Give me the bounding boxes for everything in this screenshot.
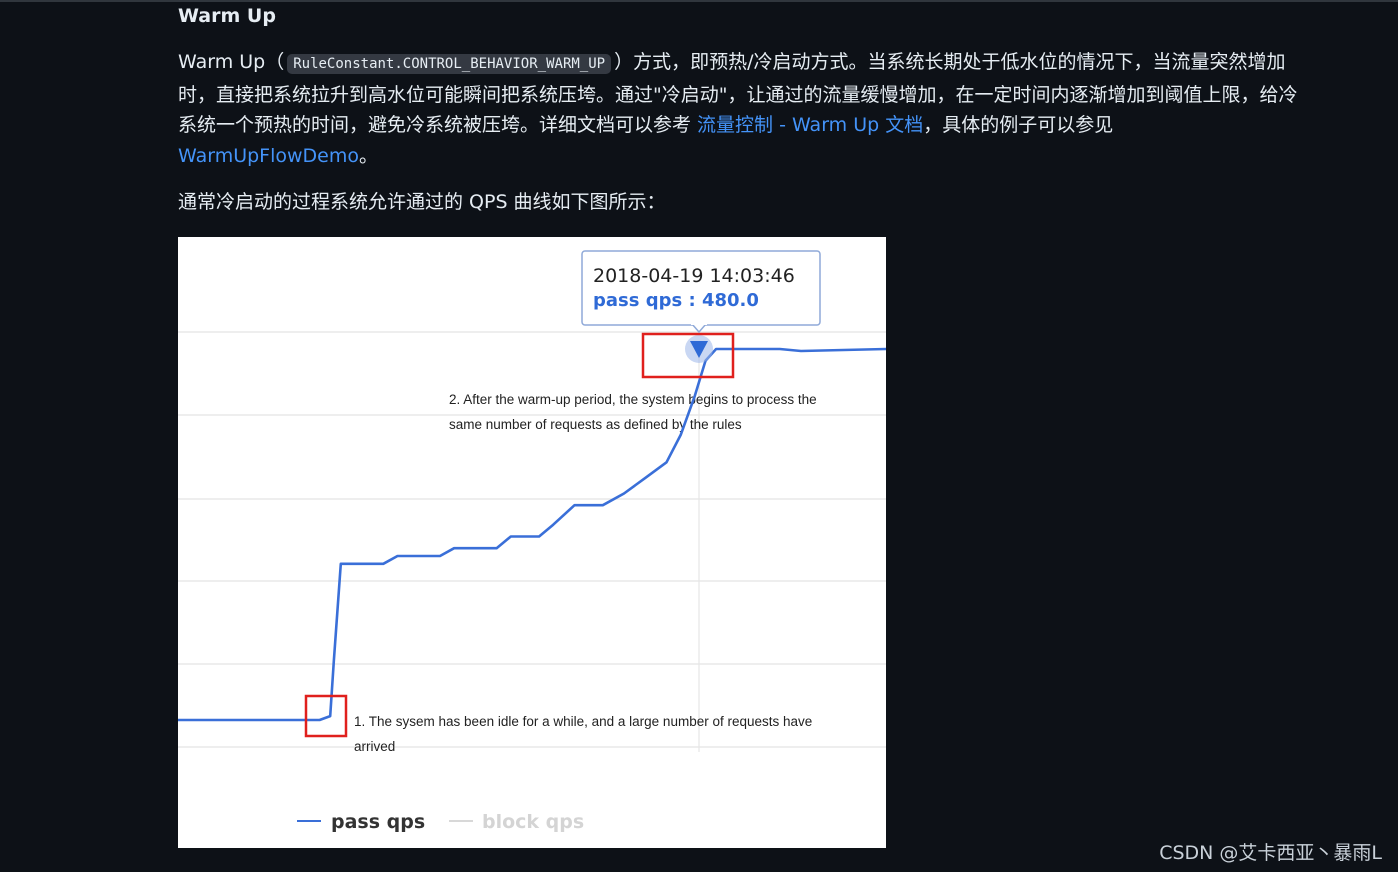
top-divider [0, 0, 1398, 2]
annotation-2-line-1: 2. After the warm-up period, the system … [449, 392, 817, 407]
legend: pass qps block qps [297, 811, 584, 833]
figure-intro: 通常冷启动的过程系统允许通过的 QPS 曲线如下图所示： [178, 191, 666, 213]
tooltip-time: 2018-04-19 14:03:46 [593, 265, 795, 287]
legend-pass-label[interactable]: pass qps [331, 811, 425, 833]
annotation-2-line-2: same number of requests as defined by th… [449, 417, 742, 432]
inline-code: RuleConstant.CONTROL_BEHAVIOR_WARM_UP [287, 54, 612, 74]
highlight-box-start [304, 694, 348, 738]
tooltip-pointer-mask [691, 322, 707, 325]
link-warmup-flow-demo[interactable]: WarmUpFlowDemo [178, 145, 359, 167]
legend-block-label[interactable]: block qps [482, 811, 584, 833]
annotation-1-line-2: arrived [354, 739, 395, 754]
section-heading: Warm Up [178, 5, 276, 27]
para-text-3: ，具体的例子可以参见 [923, 114, 1114, 136]
warm-up-description: Warm Up（ RuleConstant.CONTROL_BEHAVIOR_WA… [178, 47, 1298, 171]
para-text-4: 。 [359, 144, 379, 167]
csdn-watermark: CSDN @艾卡西亚丶暴雨L [1159, 842, 1382, 864]
qps-chart: 2. After the warm-up period, the system … [178, 250, 886, 833]
tooltip-pointer [691, 323, 707, 334]
tooltip-box [581, 250, 821, 326]
tooltip-value: pass qps : 480.0 [593, 290, 759, 311]
annotation-1-line-1: 1. The sysem has been idle for a while, … [354, 714, 812, 729]
tooltip: 2018-04-19 14:03:46 pass qps : 480.0 [581, 250, 821, 334]
qps-chart-figure: 2. After the warm-up period, the system … [178, 237, 886, 848]
para-text-1: Warm Up（ [178, 51, 285, 73]
link-flow-control-doc[interactable]: 流量控制 - Warm Up 文档 [697, 114, 923, 136]
